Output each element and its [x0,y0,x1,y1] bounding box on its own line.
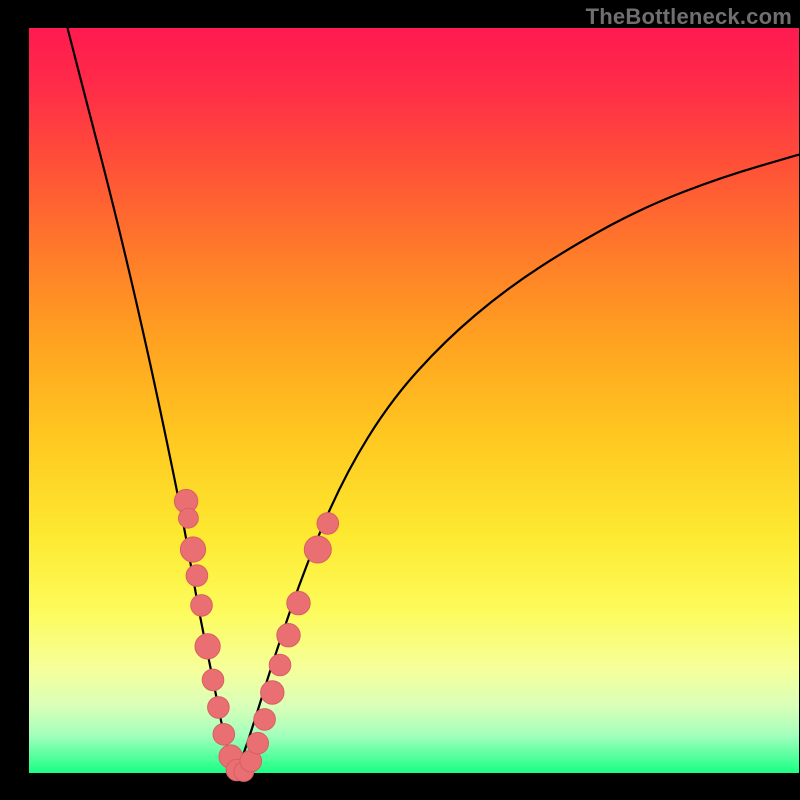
data-marker [247,732,269,754]
data-marker [202,669,224,691]
data-marker [213,724,235,746]
data-marker [195,634,220,659]
data-marker [287,591,310,614]
data-marker [261,681,284,704]
data-marker [317,513,339,535]
bottleneck-curve [68,28,800,764]
data-marker [304,536,331,563]
data-marker [191,595,213,617]
data-marker [277,624,300,647]
data-marker [254,709,276,731]
data-marker [208,697,230,719]
data-marker [179,508,199,528]
data-marker [269,654,291,676]
chart-canvas: TheBottleneck.com [0,0,800,800]
chart-svg [0,0,800,800]
data-marker [180,537,205,562]
data-marker [186,565,208,587]
